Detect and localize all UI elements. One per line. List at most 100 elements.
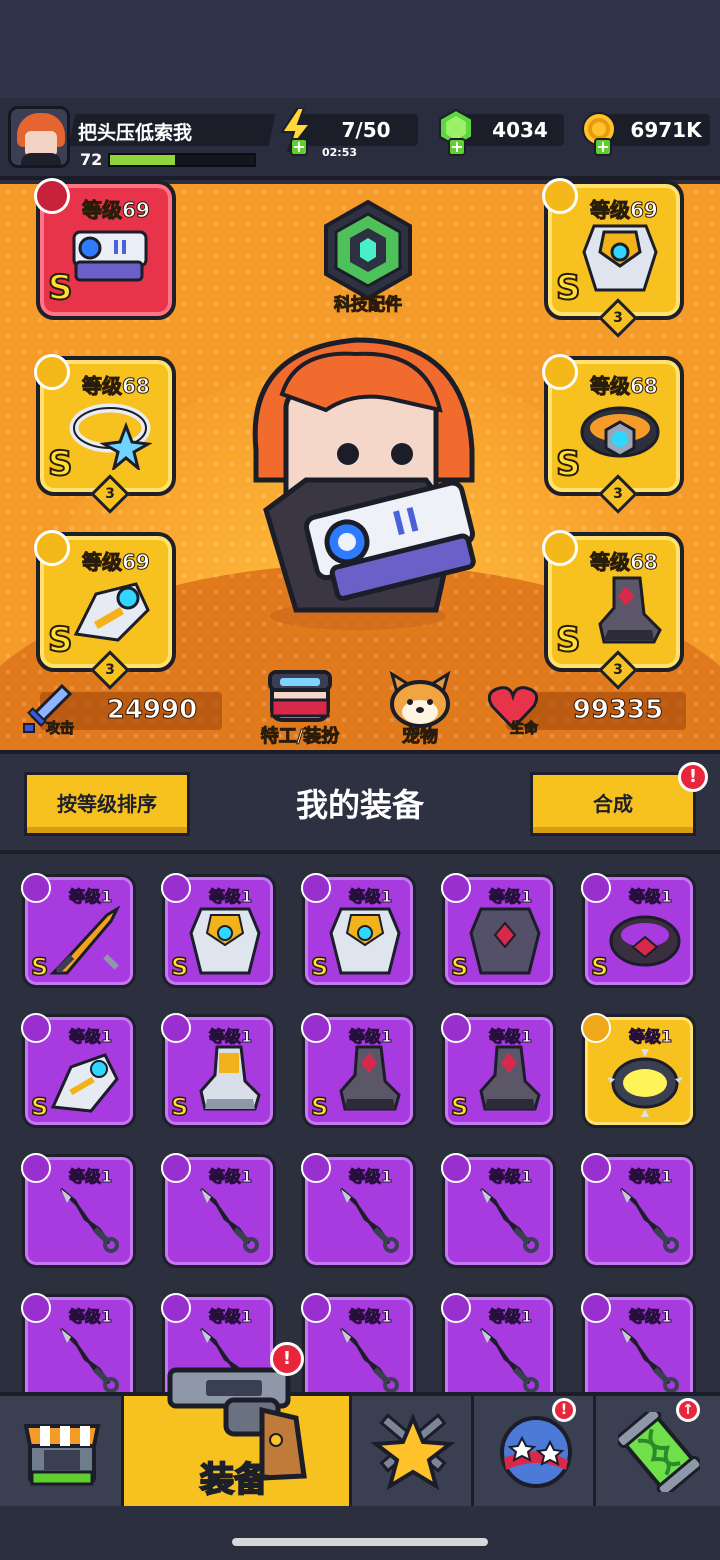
gold-boots-icon [199, 1045, 261, 1111]
item-rank: S [170, 1092, 189, 1122]
bottom-nav [0, 1392, 720, 1506]
equipped-weapon-card[interactable]: 等级69 S [34, 178, 176, 320]
inventory-item[interactable]: 等级1 [301, 1153, 416, 1268]
inventory-item[interactable]: 等级1 S [21, 1013, 136, 1128]
laser-gun-icon [72, 230, 148, 282]
player-avatar[interactable] [8, 106, 70, 168]
inventory-item[interactable]: 等级1 S [301, 873, 416, 988]
star-ring-icon [69, 403, 153, 470]
inventory-item[interactable]: 等级1 [581, 1013, 696, 1128]
xp-bar-fill [110, 155, 175, 165]
kunai-icon [59, 1187, 119, 1253]
shop-icon [23, 1424, 101, 1486]
gold-value: 6971K [630, 118, 702, 142]
inventory-item[interactable]: 等级1 [161, 1153, 276, 1268]
weapon-slot-icon [161, 1293, 191, 1323]
equipped-belt-card[interactable]: 等级68 S 3 [542, 354, 684, 514]
weapon-slot-icon [34, 178, 70, 214]
equipped-glove-card[interactable]: 等级69 S 3 [34, 530, 176, 690]
boots-slot-icon [161, 1013, 191, 1043]
kunai-icon [619, 1187, 679, 1253]
item-rank: S [450, 952, 469, 982]
hero-character[interactable] [236, 330, 486, 630]
home-indicator[interactable] [232, 1538, 488, 1546]
item-rank: S [30, 1092, 49, 1122]
weapon-slot-icon [441, 1293, 471, 1323]
merge-button[interactable]: 合成 [530, 772, 696, 836]
inventory-item[interactable]: 等级1 [21, 1153, 136, 1268]
weapon-slot-icon [21, 1293, 51, 1323]
glove-slot-icon [21, 1013, 51, 1043]
kunai-icon [339, 1327, 399, 1392]
weapon-slot-icon [301, 1153, 331, 1183]
merge-alert-badge: ! [678, 762, 708, 792]
top-bar: 把头压低索我 72 + 7/50 02:53 + 4034 + 6971K [0, 98, 720, 180]
pet-label[interactable]: 宠物 [380, 722, 460, 748]
inventory-item[interactable]: 等级1 S [161, 1013, 276, 1128]
equipped-rank: S [555, 619, 581, 661]
inventory-item[interactable]: 等级1 S [21, 873, 136, 988]
attack-value: 24990 [106, 695, 198, 726]
mech-armor-icon [582, 224, 658, 292]
hp-value: 99335 [572, 695, 664, 726]
inventory-item[interactable]: 等级1 [581, 1293, 696, 1392]
equipped-boots-card[interactable]: 等级68 S 3 [542, 530, 684, 690]
equipped-necklace-card[interactable]: 等级68 S 3 [34, 354, 176, 514]
dark-belt-icon [609, 915, 681, 967]
equipped-armor-card[interactable]: 等级69 S 3 [542, 178, 684, 338]
talents-alert-badge: ! [552, 1398, 576, 1422]
weapon-slot-icon [581, 1153, 611, 1183]
inventory-item[interactable]: 等级1 [301, 1293, 416, 1392]
equipped-level: 等级69 [82, 550, 151, 575]
inventory-title: 我的装备 [295, 786, 424, 824]
armor-slot-icon [542, 178, 578, 214]
armor-slot-icon [301, 873, 331, 903]
tech-parts-button[interactable] [318, 200, 418, 300]
equipped-level: 等级68 [590, 550, 659, 575]
battle-star-icon [370, 1412, 456, 1491]
equipped-level: 等级69 [590, 198, 659, 223]
gauntlet-icon [50, 1053, 119, 1113]
sort-by-level-button[interactable]: 按等级排序 [24, 772, 190, 836]
shiba-pet-icon[interactable] [386, 670, 454, 728]
inventory-grid: 等级1 S 等级1 S 等级1 S 等级1 S 等级1 S 等级1 S 等级1 S 等级1 S 等级1 S 等级1 等… [0, 858, 720, 1392]
equipped-level: 等级68 [590, 374, 659, 399]
equipped-rank: S [47, 619, 73, 661]
equipped-level: 等级68 [82, 374, 151, 399]
gauntlet-icon [73, 582, 150, 642]
inventory-item[interactable]: 等级1 S [441, 1013, 556, 1128]
inventory-item[interactable]: 等级1 S [301, 1013, 416, 1128]
agent-costume-icon[interactable] [266, 670, 334, 724]
weapon-slot-icon [21, 1153, 51, 1183]
dna-capsule-icon [618, 1412, 700, 1492]
tech-belt-icon [580, 406, 660, 458]
nav-lab[interactable] [596, 1396, 720, 1506]
status-bar-area [0, 0, 720, 98]
equipped-rank: S [47, 443, 73, 485]
item-rank: S [170, 952, 189, 982]
inventory-item[interactable]: 等级1 [441, 1153, 556, 1268]
agent-costume-label[interactable]: 特工/装扮 [244, 722, 356, 748]
item-rank: S [450, 1092, 469, 1122]
gold-plus-button[interactable]: + [594, 138, 612, 156]
gem-plus-button[interactable]: + [448, 138, 466, 156]
dark-boots-icon [339, 1045, 401, 1111]
dark-armor-icon [469, 907, 541, 975]
weapon-slot-icon [301, 1293, 331, 1323]
inventory-item[interactable]: 等级1 [441, 1293, 556, 1392]
inventory-item[interactable]: 等级1 [581, 1153, 696, 1268]
inventory-item[interactable]: 等级1 S [161, 873, 276, 988]
boots-slot-icon [542, 530, 578, 566]
hp-label: 生命 [510, 721, 539, 738]
energy-value: 7/50 [341, 118, 391, 142]
nav-battle[interactable] [352, 1396, 474, 1506]
inventory-item[interactable]: 等级1 S [441, 873, 556, 988]
inventory-item[interactable]: 等级1 [21, 1293, 136, 1392]
nav-talents[interactable] [474, 1396, 596, 1506]
equipped-rank: S [555, 267, 581, 309]
nav-shop[interactable] [0, 1396, 124, 1506]
belt-slot-icon [542, 354, 578, 390]
energy-plus-button[interactable]: + [290, 138, 308, 156]
spike-ring-icon [607, 1049, 683, 1117]
inventory-item[interactable]: 等级1 S [581, 873, 696, 988]
